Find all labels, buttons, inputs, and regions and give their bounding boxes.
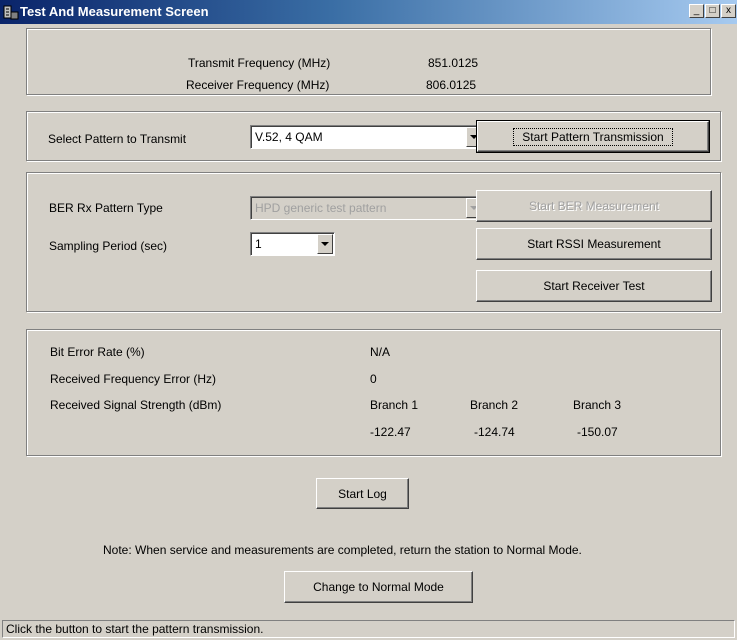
- ber-config-panel: BER Rx Pattern Type HPD generic test pat…: [26, 172, 721, 312]
- start-receiver-test-label: Start Receiver Test: [543, 279, 645, 293]
- ber-pattern-type-select[interactable]: HPD generic test pattern: [250, 196, 484, 220]
- start-rssi-measurement-button[interactable]: Start RSSI Measurement: [476, 228, 712, 260]
- branch-1-value: -122.47: [370, 425, 411, 439]
- status-text: Click the button to start the pattern tr…: [6, 622, 264, 636]
- window-title: Test And Measurement Screen: [20, 4, 209, 19]
- title-bar[interactable]: Test And Measurement Screen _ □ x: [0, 0, 737, 24]
- start-log-label: Start Log: [338, 486, 387, 501]
- change-to-normal-mode-button[interactable]: Change to Normal Mode: [284, 571, 473, 603]
- start-rssi-measurement-label: Start RSSI Measurement: [527, 237, 661, 251]
- radio-tower-icon: [3, 5, 19, 20]
- ber-pattern-type-label: BER Rx Pattern Type: [49, 201, 163, 215]
- test-measurement-window: Test And Measurement Screen _ □ x Transm…: [0, 0, 737, 640]
- branch-1-label: Branch 1: [370, 398, 419, 412]
- note-text: Note: When service and measurements are …: [103, 543, 582, 557]
- frequency-panel: Transmit Frequency (MHz) 851.0125 Receiv…: [26, 28, 711, 95]
- chevron-down-icon[interactable]: [317, 234, 333, 254]
- frequency-error-value: 0: [370, 372, 377, 386]
- start-log-button[interactable]: Start Log: [316, 478, 409, 509]
- start-pattern-transmission-button[interactable]: Start Pattern Transmission: [476, 120, 710, 153]
- start-pattern-transmission-label: Start Pattern Transmission: [513, 127, 673, 146]
- branch-2-label: Branch 2: [470, 398, 519, 412]
- sampling-period-select[interactable]: 1: [250, 232, 335, 256]
- maximize-button[interactable]: □: [705, 4, 720, 18]
- ber-value: N/A: [370, 345, 391, 359]
- start-ber-measurement-label: Start BER Measurement: [528, 199, 660, 213]
- results-panel: Bit Error Rate (%) N/A Received Frequenc…: [26, 329, 721, 456]
- status-bar: Click the button to start the pattern tr…: [2, 620, 735, 638]
- change-to-normal-mode-label: Change to Normal Mode: [313, 580, 444, 594]
- sampling-period-value: 1: [255, 237, 262, 251]
- start-receiver-test-button[interactable]: Start Receiver Test: [476, 270, 712, 302]
- close-button[interactable]: x: [721, 4, 736, 18]
- start-ber-measurement-button[interactable]: Start BER Measurement: [476, 190, 712, 222]
- pattern-panel: Select Pattern to Transmit V.52, 4 QAM S…: [26, 111, 721, 161]
- branch-3-label: Branch 3: [573, 398, 622, 412]
- sampling-period-label: Sampling Period (sec): [49, 239, 168, 253]
- branch-3-value: -150.07: [577, 425, 618, 439]
- receiver-frequency-value: 806.0125: [426, 78, 477, 92]
- rssi-label: Received Signal Strength (dBm): [50, 398, 222, 412]
- receiver-frequency-label: Receiver Frequency (MHz): [186, 78, 330, 92]
- minimize-button[interactable]: _: [689, 4, 704, 18]
- select-pattern-label: Select Pattern to Transmit: [48, 132, 187, 146]
- pattern-select[interactable]: V.52, 4 QAM: [250, 125, 484, 149]
- branch-2-value: -124.74: [474, 425, 515, 439]
- transmit-frequency-label: Transmit Frequency (MHz): [188, 56, 331, 70]
- ber-label: Bit Error Rate (%): [50, 345, 145, 359]
- transmit-frequency-value: 851.0125: [428, 56, 479, 70]
- ber-pattern-type-value: HPD generic test pattern: [255, 201, 387, 215]
- frequency-error-label: Received Frequency Error (Hz): [50, 372, 217, 386]
- pattern-select-value: V.52, 4 QAM: [255, 130, 323, 144]
